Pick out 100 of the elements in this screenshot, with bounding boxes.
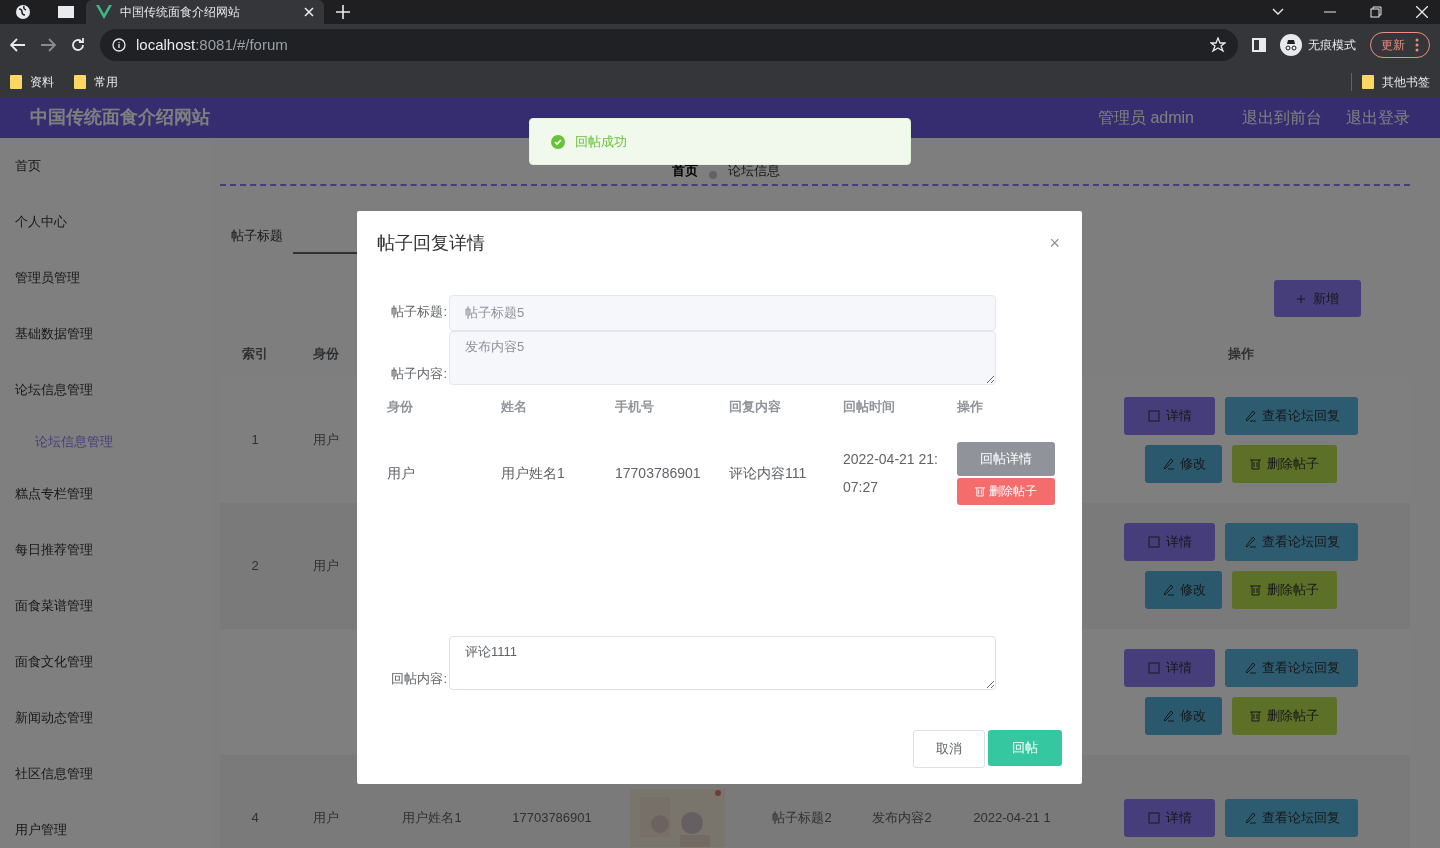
dialog-title: 帖子回复详情 xyxy=(377,231,486,255)
pencil-icon xyxy=(1243,662,1256,674)
sidebar-item[interactable]: 论坛信息管理 xyxy=(0,362,210,418)
replies-button[interactable]: 查看论坛回复 xyxy=(1225,397,1358,435)
browser-tab[interactable]: 中国传统面食介绍网站 xyxy=(86,0,324,24)
chevron-down-icon[interactable] xyxy=(1272,8,1284,16)
detail-button[interactable]: 详情 xyxy=(1124,649,1215,687)
other-bookmarks[interactable]: 其他书签 xyxy=(1351,72,1430,91)
table-cell-text: 发布内容2 xyxy=(872,809,932,828)
folder-icon xyxy=(1362,74,1374,89)
close-button[interactable]: × xyxy=(1049,229,1060,257)
incognito-label: 无痕模式 xyxy=(1308,37,1356,54)
v-logo-icon xyxy=(96,5,112,19)
separator-icon xyxy=(708,170,718,180)
sidebar-item[interactable]: 面食菜谱管理 xyxy=(0,578,210,634)
field-label: 帖子内容: xyxy=(390,364,448,383)
edit-button[interactable]: 修改 xyxy=(1145,697,1222,735)
pencil-icon xyxy=(1243,812,1256,824)
window-icon[interactable] xyxy=(57,5,75,19)
document-icon xyxy=(1147,410,1160,422)
bookmark[interactable]: 常用 xyxy=(74,72,118,91)
document-icon xyxy=(1147,812,1160,824)
pencil-icon xyxy=(1161,584,1174,596)
sidebar-item[interactable]: 新闻动态管理 xyxy=(0,690,210,746)
address-bar[interactable]: localhost:8081/#/forum xyxy=(100,29,1238,61)
success-toast: 回帖成功 xyxy=(529,118,911,165)
delete-button[interactable]: 删除帖子 xyxy=(957,477,1055,505)
document-icon xyxy=(1147,536,1160,548)
column-header: 操作 xyxy=(957,399,983,415)
sidebar-item[interactable]: 用户管理 xyxy=(0,802,210,848)
replies-button[interactable]: 查看论坛回复 xyxy=(1225,523,1358,561)
sidebar-item[interactable]: 管理员管理 xyxy=(0,250,210,306)
column-header: 操作 xyxy=(1228,345,1254,364)
folder-icon xyxy=(74,74,86,89)
column-header: 回复内容 xyxy=(729,399,781,415)
globe-icon[interactable] xyxy=(15,4,31,20)
reload-icon[interactable] xyxy=(70,37,86,53)
field-label: 帖子标题: xyxy=(390,303,448,322)
column-header: 索引 xyxy=(242,345,268,364)
trash-icon xyxy=(1250,584,1261,596)
detail-button[interactable]: 详情 xyxy=(1124,397,1215,435)
table-cell-text: 2 xyxy=(251,557,259,576)
folder-icon xyxy=(10,74,22,89)
reply-button[interactable]: 回帖 xyxy=(988,730,1062,766)
sidebar-item[interactable]: 基础数据管理 xyxy=(0,306,210,362)
header-link[interactable]: 退出到前台 xyxy=(1242,105,1322,130)
delete-button[interactable]: 删除帖子 xyxy=(1232,697,1337,735)
reply-detail-button[interactable]: 回帖详情 xyxy=(957,441,1055,476)
incognito-icon[interactable] xyxy=(1280,34,1302,56)
table-cell-text: 用户 xyxy=(387,464,416,483)
more-icon xyxy=(1415,38,1419,52)
sidebar-item[interactable]: 社区信息管理 xyxy=(0,746,210,802)
add-button[interactable]: 新增 xyxy=(1274,280,1361,317)
sidebar-item[interactable]: 每日推荐管理 xyxy=(0,522,210,578)
cancel-button[interactable]: 取消 xyxy=(913,730,985,768)
site-title: 中国传统面食介绍网站 xyxy=(30,106,210,129)
table-cell-text: 用户 xyxy=(313,557,339,576)
column-header: 手机号 xyxy=(615,399,654,415)
pencil-icon xyxy=(1243,410,1256,422)
document-icon xyxy=(1147,662,1160,674)
back-icon[interactable] xyxy=(10,38,26,52)
trash-icon xyxy=(975,485,985,497)
table-cell-text: 1 xyxy=(251,431,259,450)
star-icon[interactable] xyxy=(1210,37,1226,53)
delete-button[interactable]: 删除帖子 xyxy=(1232,445,1337,483)
sidebar-item[interactable]: 首页 xyxy=(0,138,210,194)
bookmark[interactable]: 资料 xyxy=(10,72,54,91)
forward-icon[interactable] xyxy=(40,38,56,52)
edit-button[interactable]: 修改 xyxy=(1145,571,1222,609)
close-icon[interactable] xyxy=(1416,6,1428,18)
replies-button[interactable]: 查看论坛回复 xyxy=(1225,799,1358,837)
user-label: 管理员 admin xyxy=(1097,107,1194,128)
table-cell-text: 2022-04-21 1 xyxy=(973,809,1051,828)
column-header: 回帖时间 xyxy=(843,399,895,415)
table-cell-text: 用户姓名1 xyxy=(402,809,462,828)
plus-icon xyxy=(1296,294,1305,303)
detail-button[interactable]: 详情 xyxy=(1124,799,1215,837)
sidebar-item[interactable]: 面食文化管理 xyxy=(0,634,210,690)
table-cell-text: 用户 xyxy=(313,431,339,450)
sidebar-item[interactable]: 糕点专栏管理 xyxy=(0,466,210,522)
detail-button[interactable]: 详情 xyxy=(1124,523,1215,561)
pencil-icon xyxy=(1161,458,1174,470)
sidebar-item[interactable]: 个人中心 xyxy=(0,194,210,250)
trash-icon xyxy=(1250,710,1261,722)
restore-icon[interactable] xyxy=(1370,6,1382,18)
column-header: 身份 xyxy=(313,345,339,364)
table-cell-text: 2022-04-21 21:07:27 xyxy=(843,450,939,497)
text-area[interactable]: 评论1111 xyxy=(449,636,996,690)
trash-icon xyxy=(1250,458,1261,470)
side-panel-icon[interactable] xyxy=(1252,38,1266,52)
edit-button[interactable]: 修改 xyxy=(1145,445,1222,483)
table-cell-text: 17703786901 xyxy=(512,809,592,828)
pencil-icon xyxy=(1161,710,1174,722)
sidebar-subitem[interactable]: 论坛信息管理 xyxy=(0,418,210,466)
delete-button[interactable]: 删除帖子 xyxy=(1232,571,1337,609)
replies-button[interactable]: 查看论坛回复 xyxy=(1225,649,1358,687)
close-icon[interactable] xyxy=(304,7,314,17)
new-tab-icon[interactable] xyxy=(336,5,350,19)
field-label: 回帖内容: xyxy=(390,669,448,688)
header-link[interactable]: 退出登录 xyxy=(1346,105,1410,130)
